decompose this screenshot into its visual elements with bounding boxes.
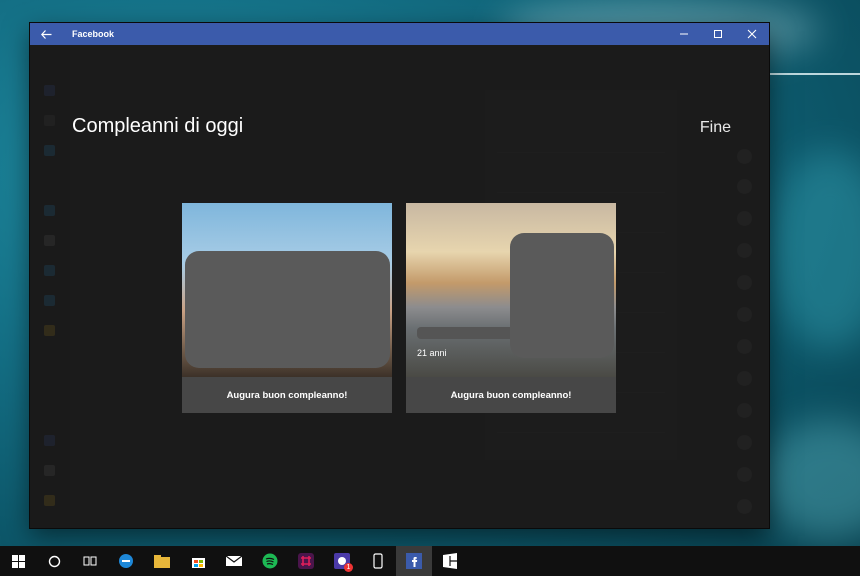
store-taskbar-button[interactable] [180, 546, 216, 576]
windows-taskbar: 1 [0, 546, 860, 576]
wish-happy-birthday-button[interactable]: Augura buon compleanno! [182, 377, 392, 413]
facebook-taskbar-button[interactable] [396, 546, 432, 576]
flipboard-taskbar-button[interactable] [432, 546, 468, 576]
flipboard-icon [443, 553, 457, 569]
close-button[interactable] [735, 23, 769, 45]
redacted-area [185, 251, 390, 368]
redacted-name [417, 327, 517, 339]
birthday-card[interactable]: Augura buon compleanno! [182, 203, 392, 413]
title-bar: Facebook [30, 23, 769, 45]
phone-icon [373, 553, 383, 569]
windows-start-icon [11, 554, 25, 568]
slack-icon [298, 553, 314, 569]
redacted-area [510, 233, 614, 358]
spotify-taskbar-button[interactable] [252, 546, 288, 576]
chrome-taskbar-button[interactable]: 1 [324, 546, 360, 576]
done-button[interactable]: Fine [700, 119, 731, 137]
back-arrow-icon [40, 29, 51, 39]
edge-icon [119, 554, 133, 568]
task-view-button[interactable] [72, 546, 108, 576]
slack-taskbar-button[interactable] [288, 546, 324, 576]
file-explorer-icon [154, 554, 170, 568]
birthday-card[interactable]: 21 anni Augura buon compleanno! [406, 203, 616, 413]
start-button[interactable] [0, 546, 36, 576]
phone-taskbar-button[interactable] [360, 546, 396, 576]
back-button[interactable] [30, 23, 62, 45]
facebook-window: Facebook Compleanni di oggi Fine Augura … [30, 23, 769, 528]
mail-taskbar-button[interactable] [216, 546, 252, 576]
task-view-icon [83, 556, 97, 566]
birthdays-overlay: Compleanni di oggi Fine Augura buon comp… [30, 45, 769, 528]
maximize-icon [714, 30, 722, 38]
close-icon [747, 29, 757, 39]
spotify-icon [262, 553, 278, 569]
cortana-icon [48, 555, 60, 567]
store-icon [191, 557, 205, 568]
minimize-icon [680, 33, 688, 35]
overlay-title: Compleanni di oggi [72, 115, 244, 137]
facebook-icon [406, 553, 422, 569]
age-label: 21 anni [417, 348, 447, 358]
edge-taskbar-button[interactable] [108, 546, 144, 576]
mail-icon [226, 555, 242, 566]
file-explorer-taskbar-button[interactable] [144, 546, 180, 576]
cortana-button[interactable] [36, 546, 72, 576]
notification-badge: 1 [344, 563, 353, 572]
minimize-button[interactable] [667, 23, 701, 45]
maximize-button[interactable] [701, 23, 735, 45]
wish-happy-birthday-button[interactable]: Augura buon compleanno! [406, 377, 616, 413]
window-title: Facebook [72, 29, 115, 39]
